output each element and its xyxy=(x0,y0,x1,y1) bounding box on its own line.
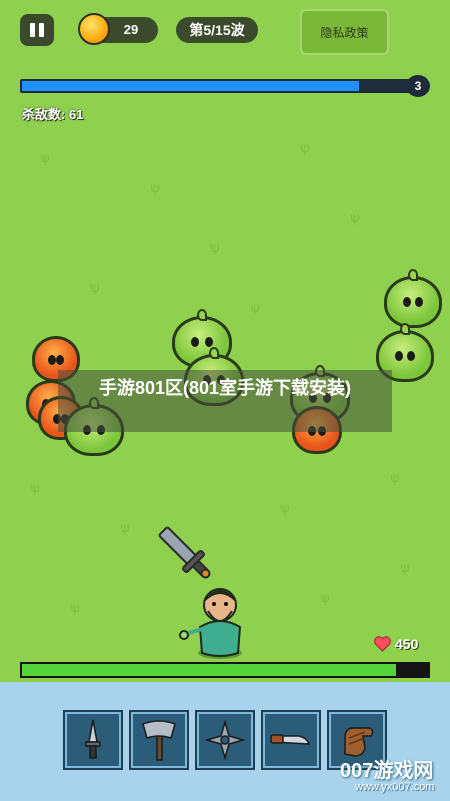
hp-value: 450 xyxy=(395,636,419,652)
coin-counter: 29 xyxy=(78,13,158,45)
kills-value: 61 xyxy=(68,107,84,122)
coin-count: 29 xyxy=(123,22,139,37)
pause-icon xyxy=(39,23,44,37)
grass-tuft: ѱ xyxy=(120,519,130,535)
pause-icon xyxy=(30,23,35,37)
coin-icon xyxy=(78,13,110,45)
weapon-slot-knife[interactable] xyxy=(261,710,321,770)
axe-icon xyxy=(142,720,176,761)
grass-tuft: ѱ xyxy=(320,589,330,605)
pause-button[interactable] xyxy=(20,14,54,46)
hp-bar xyxy=(20,662,430,678)
kills-label: 杀敌数: xyxy=(22,107,66,122)
weapon-slot-shuriken[interactable] xyxy=(195,710,255,770)
shuriken-icon xyxy=(204,719,246,761)
grass-tuft: ѱ xyxy=(280,499,290,515)
wave-indicator: 第5/15波 xyxy=(176,17,258,43)
grass-tuft: ѱ xyxy=(400,559,410,575)
watermark-url: www.yx007.com xyxy=(355,781,435,793)
wave-progress-fill xyxy=(22,81,359,91)
weapon-slot-dagger[interactable] xyxy=(63,710,123,770)
grass-tuft: ѱ xyxy=(70,599,80,615)
green-slime-enemy xyxy=(384,269,442,328)
grass-tuft: ѱ xyxy=(350,209,360,225)
kill-counter: 杀敌数: 61 xyxy=(22,104,83,123)
grass-tuft: ѱ xyxy=(30,479,40,495)
hp-bar-fill xyxy=(22,664,396,676)
grass-tuft: ѱ xyxy=(300,139,310,155)
battlefield: ѱ ѱ ѱ ѱ ѱ ѱ ѱ ѱ ѱ ѱ ѱ ѱ ѱ ѱ 450 xyxy=(0,0,450,682)
dagger-icon xyxy=(85,719,101,759)
hp-display: 450 xyxy=(374,636,418,652)
grass-tuft: ѱ xyxy=(210,239,220,255)
title-banner: 手游801区(801室手游下载安装) xyxy=(58,370,392,432)
watermark-logo: 007游戏网 xyxy=(340,760,434,782)
grass-tuft: ѱ xyxy=(150,179,160,195)
weapon-slot-axe[interactable] xyxy=(129,710,189,770)
grass-tuft: ѱ xyxy=(90,279,100,295)
grass-tuft: ѱ xyxy=(40,149,50,165)
banner-text: 手游801区(801室手游下载安装) xyxy=(98,378,352,398)
grass-tuft: ѱ xyxy=(390,469,400,485)
grass-tuft: ѱ xyxy=(250,299,260,315)
heart-icon xyxy=(374,636,391,652)
wave-progress-bar xyxy=(20,79,420,93)
privacy-policy-button[interactable]: 隐私政策 xyxy=(300,9,389,55)
wave-level-badge: 3 xyxy=(406,75,430,97)
hero-character xyxy=(179,588,242,659)
knife-icon xyxy=(270,734,311,745)
